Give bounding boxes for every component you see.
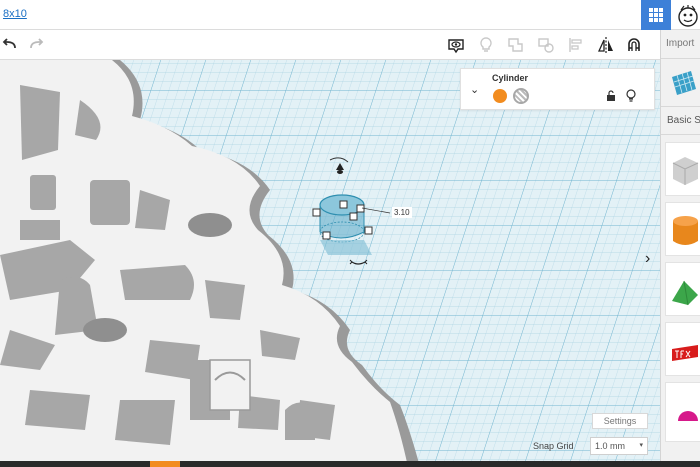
shape-cylinder[interactable] (665, 202, 700, 256)
toolbar (0, 30, 660, 60)
workplane[interactable] (0, 60, 660, 467)
project-title[interactable]: 8x10 (3, 8, 27, 20)
light-bulb-icon[interactable] (625, 89, 637, 103)
shape-library-select[interactable]: Basic Sh (667, 115, 700, 126)
snap-grid-value: 1.0 mm (595, 441, 626, 451)
chevron-down-icon: ▾ (639, 442, 643, 449)
magnet-icon[interactable] (624, 35, 644, 55)
taskbar-strip (0, 461, 700, 467)
shape-box-hole[interactable] (665, 142, 700, 196)
chevron-right-icon[interactable]: › (645, 250, 650, 268)
grid-view-icon (649, 8, 663, 22)
user-avatar[interactable] (676, 4, 700, 28)
group-icon[interactable] (506, 35, 526, 55)
top-bar: 8x10 (0, 0, 700, 30)
align-icon[interactable] (566, 35, 586, 55)
shape-text[interactable] (665, 322, 700, 376)
grid-view-button[interactable] (641, 0, 671, 30)
shape-roof[interactable] (665, 262, 700, 316)
workplane-grid-icon[interactable] (669, 68, 699, 98)
snap-grid-label: Snap Grid (533, 441, 574, 451)
settings-button[interactable]: Settings (592, 413, 648, 429)
workplane-scene[interactable] (0, 60, 660, 467)
ungroup-icon[interactable] (536, 35, 556, 55)
shapes-panel: Import Basic Sh (660, 30, 700, 467)
hole-button[interactable] (513, 88, 529, 104)
lock-icon[interactable] (605, 90, 617, 102)
shape-inspector: ⌄ Cylinder (460, 68, 655, 110)
collapse-chevron-icon[interactable]: ⌄ (470, 83, 479, 96)
shape-half-sphere[interactable] (665, 382, 700, 442)
solid-color-button[interactable] (493, 89, 507, 103)
visibility-icon[interactable] (446, 35, 466, 55)
undo-icon[interactable] (0, 35, 20, 55)
light-bulb-icon[interactable] (476, 35, 496, 55)
mirror-icon[interactable] (596, 35, 616, 55)
shape-name: Cylinder (492, 73, 529, 83)
snap-grid-select[interactable]: 1.0 mm ▾ (590, 437, 648, 455)
import-button[interactable]: Import (666, 38, 694, 49)
dimension-label[interactable]: 3.10 (392, 207, 412, 218)
redo-icon[interactable] (26, 35, 46, 55)
